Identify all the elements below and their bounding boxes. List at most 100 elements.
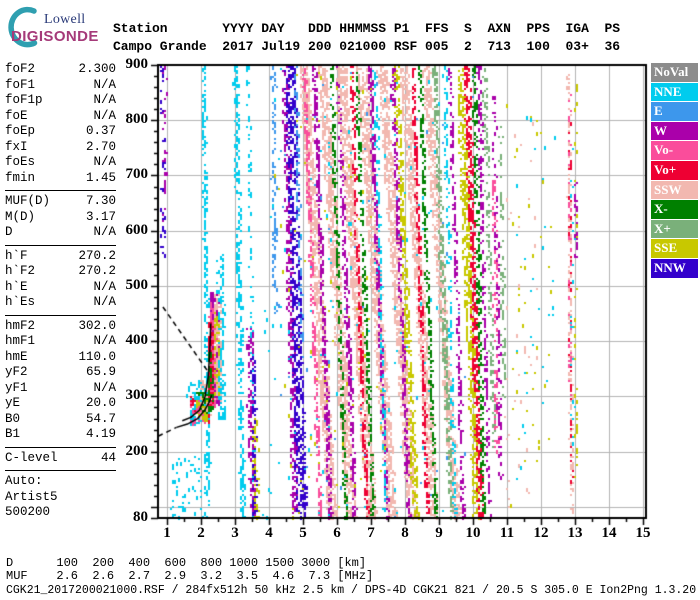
x-axis-tick-label: 15 [635, 525, 651, 541]
param-value: 2.300 [78, 62, 116, 76]
legend-item-Vo-: Vo- [651, 141, 698, 160]
legend-item-X+: X+ [651, 219, 698, 239]
param-hEs: h`Es N/A [5, 295, 116, 311]
y-axis-tick-label: 600 [125, 221, 149, 238]
param-value: 65.9 [85, 365, 116, 379]
param-hmF2: hmF2 302.0 [5, 319, 116, 335]
param-hF2: h`F2 270.2 [5, 264, 116, 280]
x-axis-tick-label: 13 [567, 525, 583, 541]
y-axis-tick-label: 700 [125, 166, 149, 183]
param-label: yF1 [5, 380, 28, 395]
y-axis-tick-label: 800 [125, 111, 149, 128]
x-axis-tick-label: 9 [435, 525, 443, 541]
param-B0: B0 54.7 [5, 412, 116, 428]
param-label: yF2 [5, 365, 28, 379]
param-label: B0 [5, 411, 21, 426]
param-D: D N/A [5, 225, 116, 241]
param-label: foF1 [5, 77, 36, 92]
lowell-digisonde-logo: Lowell DIGISONDE [4, 4, 114, 50]
param-value: 7.30 [85, 194, 116, 208]
y-axis-tick-label: 500 [125, 276, 149, 293]
param-label: h`Es [5, 295, 36, 309]
param-label: hmF2 [5, 318, 36, 333]
legend-item-SSE: SSE [651, 239, 698, 258]
x-axis-tick-label: 1 [163, 525, 171, 541]
x-axis-tick-label: 14 [601, 525, 617, 541]
param-foF2: foF2 2.300 [5, 62, 116, 78]
param-value: N/A [93, 77, 116, 92]
param-hF: h`F 270.2 [5, 249, 116, 265]
legend-item-X-: X- [651, 200, 698, 219]
legend-item-W: W [651, 121, 698, 141]
legend-item-NNW: NNW [651, 259, 698, 278]
param-yF2: yF2 65.9 [5, 365, 116, 381]
param-foE: foE N/A [5, 109, 116, 125]
param-label: foEs [5, 155, 36, 169]
param-value: N/A [93, 93, 116, 107]
param-fxI: fxI 2.70 [5, 140, 116, 156]
logo-digisonde-text: DIGISONDE [11, 28, 99, 45]
param-value: 270.2 [78, 264, 116, 278]
param-Artist5: Artist5 [5, 490, 116, 506]
param-foEp: foEp 0.37 [5, 124, 116, 140]
distance-row: D 100 200 400 600 800 1000 1500 3000 [km… [6, 556, 367, 570]
param-foEs: foEs N/A [5, 155, 116, 171]
legend-item-E: E [651, 102, 698, 121]
param-label: h`F2 [5, 264, 36, 278]
param-label: D [5, 225, 13, 239]
param-label: Auto: [5, 474, 43, 488]
logo-lowell-text: Lowell [44, 12, 86, 27]
parameter-panel: foF2 2.300 foF1 N/A foF1p N/A foE N/A foEp 0.37 fx… [5, 62, 116, 521]
param-yF1: yF1 N/A [5, 381, 116, 397]
y-axis-tick-label: 400 [125, 332, 149, 349]
param-separator [5, 446, 116, 448]
param-separator [5, 314, 116, 316]
param-label: fxI [5, 139, 28, 154]
param-500200: 500200 [5, 505, 116, 521]
param-label: 500200 [5, 505, 51, 519]
param-B1: B1 4.19 [5, 427, 116, 443]
x-axis-tick-label: 6 [333, 525, 341, 541]
param-hmF1: hmF1 N/A [5, 334, 116, 350]
header-columns-row: Station YYYY DAY DDD HHMMSS P1 FFS S AXN… [113, 21, 621, 36]
param-label: B1 [5, 427, 21, 441]
header-values-row: Campo Grande 2017 Jul19 200 021000 RSF 0… [113, 39, 621, 54]
param-yE: yE 20.0 [5, 396, 116, 412]
param-value: 2.70 [85, 139, 116, 154]
param-label: h`E [5, 279, 28, 294]
param-hmE: hmE 110.0 [5, 350, 116, 366]
x-axis-tick-label: 8 [401, 525, 409, 541]
param-Auto: Auto: [5, 474, 116, 490]
x-axis-tick-label: 7 [367, 525, 375, 541]
param-value: 54.7 [85, 411, 116, 426]
param-value: 302.0 [78, 318, 116, 333]
legend-item-NoVal: NoVal [651, 63, 698, 82]
param-label: Artist5 [5, 489, 58, 504]
param-label: foF1p [5, 93, 43, 107]
param-label: h`F [5, 248, 28, 263]
x-axis-tick-label: 10 [465, 525, 481, 541]
param-foF1p: foF1p N/A [5, 93, 116, 109]
param-label: C-level [5, 450, 58, 465]
x-axis-tick-label: 3 [231, 525, 239, 541]
param-label: MUF(D) [5, 194, 51, 208]
ionogram-viewer: Lowell DIGISONDE Station YYYY DAY DDD HH… [0, 0, 700, 600]
param-foF1: foF1 N/A [5, 78, 116, 94]
x-axis-tick-label: 11 [499, 525, 515, 541]
param-fmin: fmin 1.45 [5, 171, 116, 187]
param-MUFD: MUF(D) 7.30 [5, 194, 116, 210]
param-separator [5, 190, 116, 191]
legend-item-NNE: NNE [651, 82, 698, 102]
param-label: hmF1 [5, 334, 36, 348]
param-value: 270.2 [78, 248, 116, 263]
x-axis-tick-label: 5 [299, 525, 307, 541]
param-label: M(D) [5, 209, 36, 224]
file-info-line: CGK21_2017200021000.RSF / 284fx512h 50 k… [6, 584, 697, 597]
param-MD: M(D) 3.17 [5, 210, 116, 226]
param-value: 4.19 [85, 427, 116, 441]
param-label: hmE [5, 349, 28, 364]
x-axis-tick-label: 12 [533, 525, 549, 541]
param-label: foF2 [5, 62, 36, 76]
param-Clevel: C-level 44 [5, 451, 116, 467]
param-separator [5, 470, 116, 471]
